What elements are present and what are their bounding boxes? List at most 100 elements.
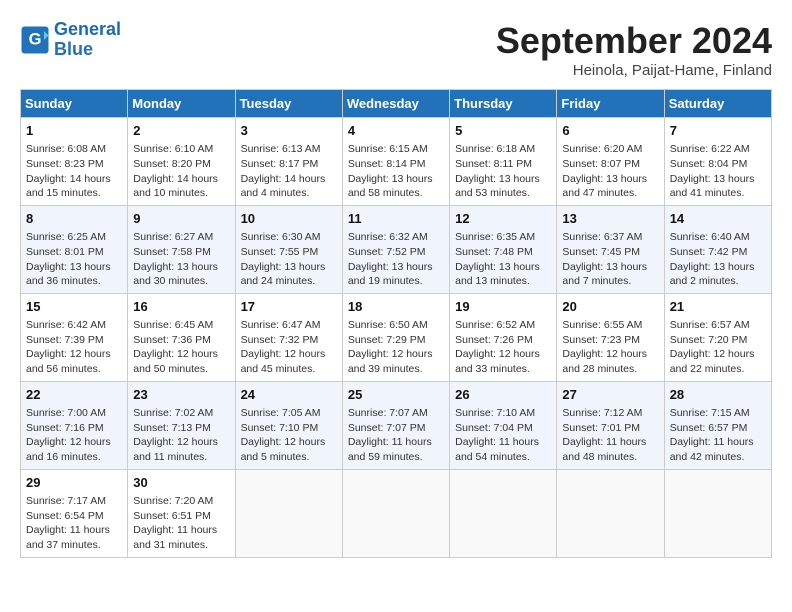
col-header-thursday: Thursday (450, 90, 557, 118)
day-number: 9 (133, 210, 229, 228)
calendar-cell: 24Sunrise: 7:05 AMSunset: 7:10 PMDayligh… (235, 381, 342, 469)
calendar-cell: 6Sunrise: 6:20 AMSunset: 8:07 PMDaylight… (557, 118, 664, 206)
sunset-text: Sunset: 7:01 PM (562, 421, 658, 436)
calendar-cell: 19Sunrise: 6:52 AMSunset: 7:26 PMDayligh… (450, 293, 557, 381)
daylight-text: Daylight: 11 hours and 37 minutes. (26, 523, 122, 552)
day-number: 1 (26, 122, 122, 140)
sunset-text: Sunset: 7:26 PM (455, 333, 551, 348)
page-header: G General Blue September 2024 Heinola, P… (20, 20, 772, 79)
sunrise-text: Sunrise: 7:20 AM (133, 494, 229, 509)
week-row-3: 15Sunrise: 6:42 AMSunset: 7:39 PMDayligh… (21, 293, 772, 381)
calendar-cell (664, 469, 771, 557)
sunset-text: Sunset: 7:45 PM (562, 245, 658, 260)
day-number: 23 (133, 386, 229, 404)
sunset-text: Sunset: 8:14 PM (348, 157, 444, 172)
calendar-cell: 8Sunrise: 6:25 AMSunset: 8:01 PMDaylight… (21, 205, 128, 293)
sunrise-text: Sunrise: 6:08 AM (26, 142, 122, 157)
day-number: 29 (26, 474, 122, 492)
sunset-text: Sunset: 7:36 PM (133, 333, 229, 348)
day-number: 18 (348, 298, 444, 316)
daylight-text: Daylight: 13 hours and 24 minutes. (241, 260, 337, 289)
sunrise-text: Sunrise: 7:12 AM (562, 406, 658, 421)
sunrise-text: Sunrise: 6:42 AM (26, 318, 122, 333)
day-number: 2 (133, 122, 229, 140)
sunrise-text: Sunrise: 6:45 AM (133, 318, 229, 333)
calendar-cell: 20Sunrise: 6:55 AMSunset: 7:23 PMDayligh… (557, 293, 664, 381)
day-number: 24 (241, 386, 337, 404)
day-number: 27 (562, 386, 658, 404)
sunset-text: Sunset: 7:29 PM (348, 333, 444, 348)
calendar-cell: 27 Sunrise: 7:12 AMSunset: 7:01 PMDayligh… (557, 381, 664, 469)
location-title: Heinola, Paijat-Hame, Finland (496, 62, 772, 79)
svg-text:G: G (29, 30, 42, 48)
calendar-cell (342, 469, 449, 557)
calendar-cell: 3Sunrise: 6:13 AMSunset: 8:17 PMDaylight… (235, 118, 342, 206)
sunset-text: Sunset: 7:42 PM (670, 245, 766, 260)
sunrise-text: Sunrise: 7:07 AM (348, 406, 444, 421)
daylight-text: Daylight: 12 hours and 11 minutes. (133, 435, 229, 464)
sunset-text: Sunset: 8:20 PM (133, 157, 229, 172)
daylight-text: Daylight: 13 hours and 47 minutes. (562, 172, 658, 201)
day-number: 13 (562, 210, 658, 228)
sunrise-text: Sunrise: 6:22 AM (670, 142, 766, 157)
calendar-cell: 14Sunrise: 6:40 AMSunset: 7:42 PMDayligh… (664, 205, 771, 293)
day-number: 30 (133, 474, 229, 492)
sunrise-text: Sunrise: 7:17 AM (26, 494, 122, 509)
sunrise-text: Sunrise: 6:25 AM (26, 230, 122, 245)
sunset-text: Sunset: 8:07 PM (562, 157, 658, 172)
calendar-cell: 10Sunrise: 6:30 AMSunset: 7:55 PMDayligh… (235, 205, 342, 293)
daylight-text: Daylight: 11 hours and 54 minutes. (455, 435, 551, 464)
sunrise-text: Sunrise: 6:18 AM (455, 142, 551, 157)
day-number: 28 (670, 386, 766, 404)
sunrise-text: Sunrise: 6:15 AM (348, 142, 444, 157)
sunset-text: Sunset: 7:32 PM (241, 333, 337, 348)
daylight-text: Daylight: 11 hours and 59 minutes. (348, 435, 444, 464)
day-number: 20 (562, 298, 658, 316)
sunset-text: Sunset: 8:04 PM (670, 157, 766, 172)
logo-line1: General (54, 19, 121, 39)
sunset-text: Sunset: 6:54 PM (26, 509, 122, 524)
day-number: 17 (241, 298, 337, 316)
calendar-cell: 23 Sunrise: 7:02 AMSunset: 7:13 PMDayligh… (128, 381, 235, 469)
logo: G General Blue (20, 20, 121, 60)
sunrise-text: Sunrise: 6:52 AM (455, 318, 551, 333)
calendar-cell: 2Sunrise: 6:10 AMSunset: 8:20 PMDaylight… (128, 118, 235, 206)
day-number: 12 (455, 210, 551, 228)
calendar-cell: 4Sunrise: 6:15 AMSunset: 8:14 PMDaylight… (342, 118, 449, 206)
sunset-text: Sunset: 8:23 PM (26, 157, 122, 172)
sunset-text: Sunset: 7:55 PM (241, 245, 337, 260)
calendar-cell: 28Sunrise: 7:15 AMSunset: 6:57 PMDayligh… (664, 381, 771, 469)
day-number: 14 (670, 210, 766, 228)
week-row-2: 8Sunrise: 6:25 AMSunset: 8:01 PMDaylight… (21, 205, 772, 293)
day-number: 15 (26, 298, 122, 316)
sunrise-text: Sunrise: 6:20 AM (562, 142, 658, 157)
sunset-text: Sunset: 7:13 PM (133, 421, 229, 436)
calendar-header-row: SundayMondayTuesdayWednesdayThursdayFrid… (21, 90, 772, 118)
calendar-cell (235, 469, 342, 557)
calendar-cell: 13Sunrise: 6:37 AMSunset: 7:45 PMDayligh… (557, 205, 664, 293)
calendar-cell: 1Sunrise: 6:08 AMSunset: 8:23 PMDaylight… (21, 118, 128, 206)
sunset-text: Sunset: 6:57 PM (670, 421, 766, 436)
sunset-text: Sunset: 7:10 PM (241, 421, 337, 436)
day-number: 11 (348, 210, 444, 228)
daylight-text: Daylight: 12 hours and 56 minutes. (26, 347, 122, 376)
sunrise-text: Sunrise: 6:40 AM (670, 230, 766, 245)
daylight-text: Daylight: 11 hours and 48 minutes. (562, 435, 658, 464)
sunrise-text: Sunrise: 6:57 AM (670, 318, 766, 333)
daylight-text: Daylight: 13 hours and 53 minutes. (455, 172, 551, 201)
day-number: 26 (455, 386, 551, 404)
col-header-friday: Friday (557, 90, 664, 118)
calendar-table: SundayMondayTuesdayWednesdayThursdayFrid… (20, 89, 772, 558)
daylight-text: Daylight: 12 hours and 39 minutes. (348, 347, 444, 376)
day-number: 10 (241, 210, 337, 228)
calendar-cell: 7Sunrise: 6:22 AMSunset: 8:04 PMDaylight… (664, 118, 771, 206)
calendar-cell: 9Sunrise: 6:27 AMSunset: 7:58 PMDaylight… (128, 205, 235, 293)
daylight-text: Daylight: 13 hours and 58 minutes. (348, 172, 444, 201)
calendar-cell: 11Sunrise: 6:32 AMSunset: 7:52 PMDayligh… (342, 205, 449, 293)
sunrise-text: Sunrise: 7:02 AM (133, 406, 229, 421)
sunrise-text: Sunrise: 6:55 AM (562, 318, 658, 333)
calendar-cell: 5Sunrise: 6:18 AMSunset: 8:11 PMDaylight… (450, 118, 557, 206)
col-header-tuesday: Tuesday (235, 90, 342, 118)
sunrise-text: Sunrise: 6:13 AM (241, 142, 337, 157)
col-header-wednesday: Wednesday (342, 90, 449, 118)
